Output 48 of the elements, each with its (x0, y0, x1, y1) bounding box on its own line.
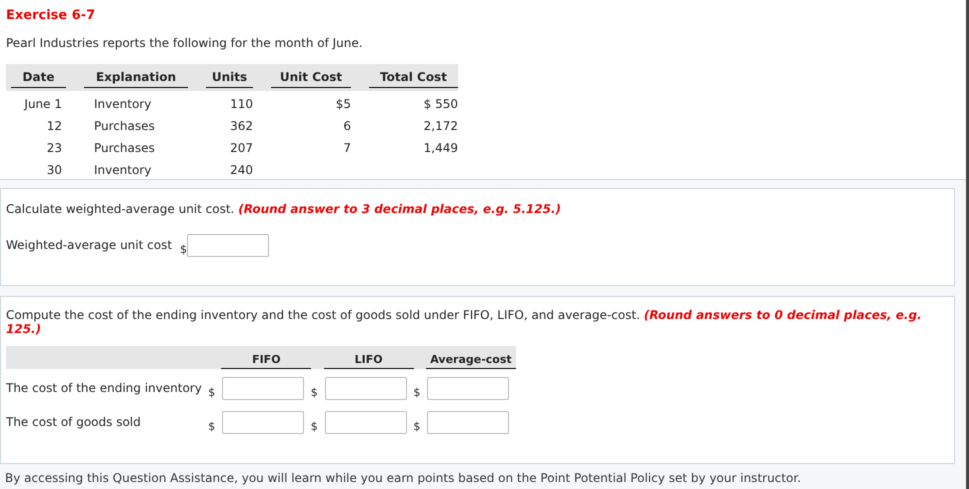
table-cell: 12 (46, 118, 62, 132)
exercise-title: Exercise 6-7 (6, 7, 96, 25)
input-field[interactable] (187, 234, 270, 257)
input-field[interactable] (222, 377, 304, 400)
column-header: Unit Cost (271, 68, 351, 88)
table-cell: 207 (230, 140, 253, 154)
table-cell: $5 (336, 96, 351, 110)
row-label: The cost of goods sold (6, 414, 141, 428)
table-cell: 2,172 (424, 118, 458, 132)
table-cell: 6 (343, 118, 351, 132)
input-field[interactable] (324, 377, 407, 400)
currency-sign: $ (310, 385, 319, 401)
currency-sign: $ (310, 418, 319, 434)
table-cell: Purchases (94, 118, 155, 132)
table-cell: 1,449 (424, 140, 458, 154)
table-cell: 110 (230, 96, 253, 110)
input-field[interactable] (427, 410, 510, 434)
column-header: LIFO (324, 352, 414, 369)
input-field[interactable] (324, 410, 407, 434)
table-cell: 7 (343, 140, 351, 154)
column-header: Date (11, 68, 66, 88)
table-cell: 23 (46, 140, 62, 154)
currency-sign: $ (208, 385, 216, 401)
question-prompt: Compute the cost of the ending inventory and the cost of goods sold under FIFO, LIFO, and average-cost. (Round answers to 0 decimal places, e.g. 125.) (6, 308, 923, 336)
currency-sign: $ (413, 385, 422, 401)
column-header: Average-cost (426, 352, 516, 369)
intro-text: Pearl Industries reports the following for the month of June. (6, 34, 363, 52)
currency-sign: $ (180, 242, 188, 258)
column-header: Explanation (84, 68, 188, 88)
table-cell: Inventory (94, 162, 152, 176)
input-field[interactable] (222, 410, 304, 434)
question-prompt: Calculate weighted-average unit cost. (Round answer to 3 decimal places, e.g. 5.125.) (6, 201, 562, 218)
table-cell: June 1 (24, 96, 62, 110)
column-header: Total Cost (369, 68, 458, 88)
column-header: FIFO (221, 352, 312, 369)
table-cell: $ 550 (424, 96, 458, 110)
currency-sign: $ (413, 418, 422, 434)
table-cell: 240 (230, 162, 253, 176)
column-header: Units (206, 68, 253, 88)
table-cell: 362 (230, 118, 253, 132)
table-cell: Purchases (94, 140, 155, 154)
currency-sign: $ (208, 418, 216, 434)
input-field[interactable] (427, 377, 510, 400)
row-label: The cost of the ending inventory (6, 381, 202, 395)
footer-text: By accessing this Question Assistance, you will learn while you earn points based on the Point Potential Policy set by your instructor. (5, 470, 801, 487)
table-cell: Inventory (94, 96, 152, 110)
table-cell: 30 (46, 162, 62, 176)
field-label: Weighted-average unit cost (6, 237, 172, 254)
